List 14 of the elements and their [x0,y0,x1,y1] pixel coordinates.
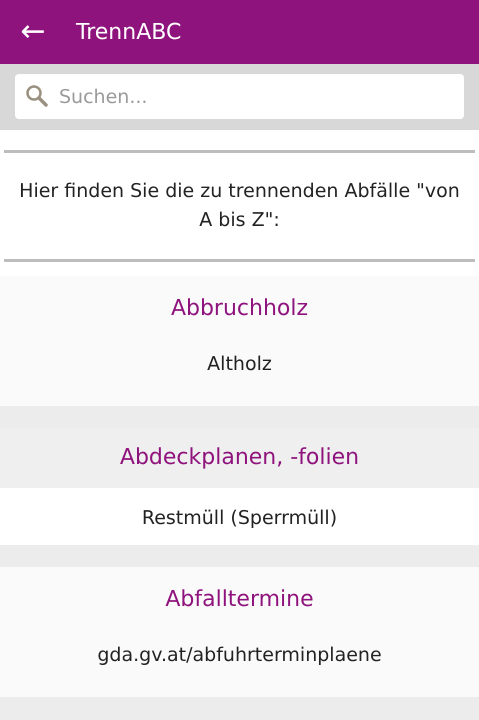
entry-detail: gda.gv.at/abfuhrterminplaene [96,643,383,668]
entry-card[interactable]: Abfalltermine gda.gv.at/abfuhrterminplaene [0,567,479,697]
entry-card[interactable]: Abbruchholz Altholz [0,276,479,406]
search-icon [25,84,49,108]
app-title: TrennABC [76,18,182,46]
entry-title: Abbruchholz [170,295,310,323]
entry-detail: Restmüll (Sperrmüll) [0,488,479,545]
entry-title: Abdeckplanen, -folien [0,428,479,488]
intro-text: Hier finden Sie die zu trennenden Abfälle "von A bis Z": [18,179,461,233]
entry-detail: Altholz [206,352,273,377]
entry-title: Abfalltermine [164,586,315,614]
back-button[interactable]: ← [16,17,50,47]
entry-card[interactable]: Abdeckplanen, -folien Restmüll (Sperrmüll) [0,428,479,545]
search-field[interactable]: Suchen... [15,74,464,119]
